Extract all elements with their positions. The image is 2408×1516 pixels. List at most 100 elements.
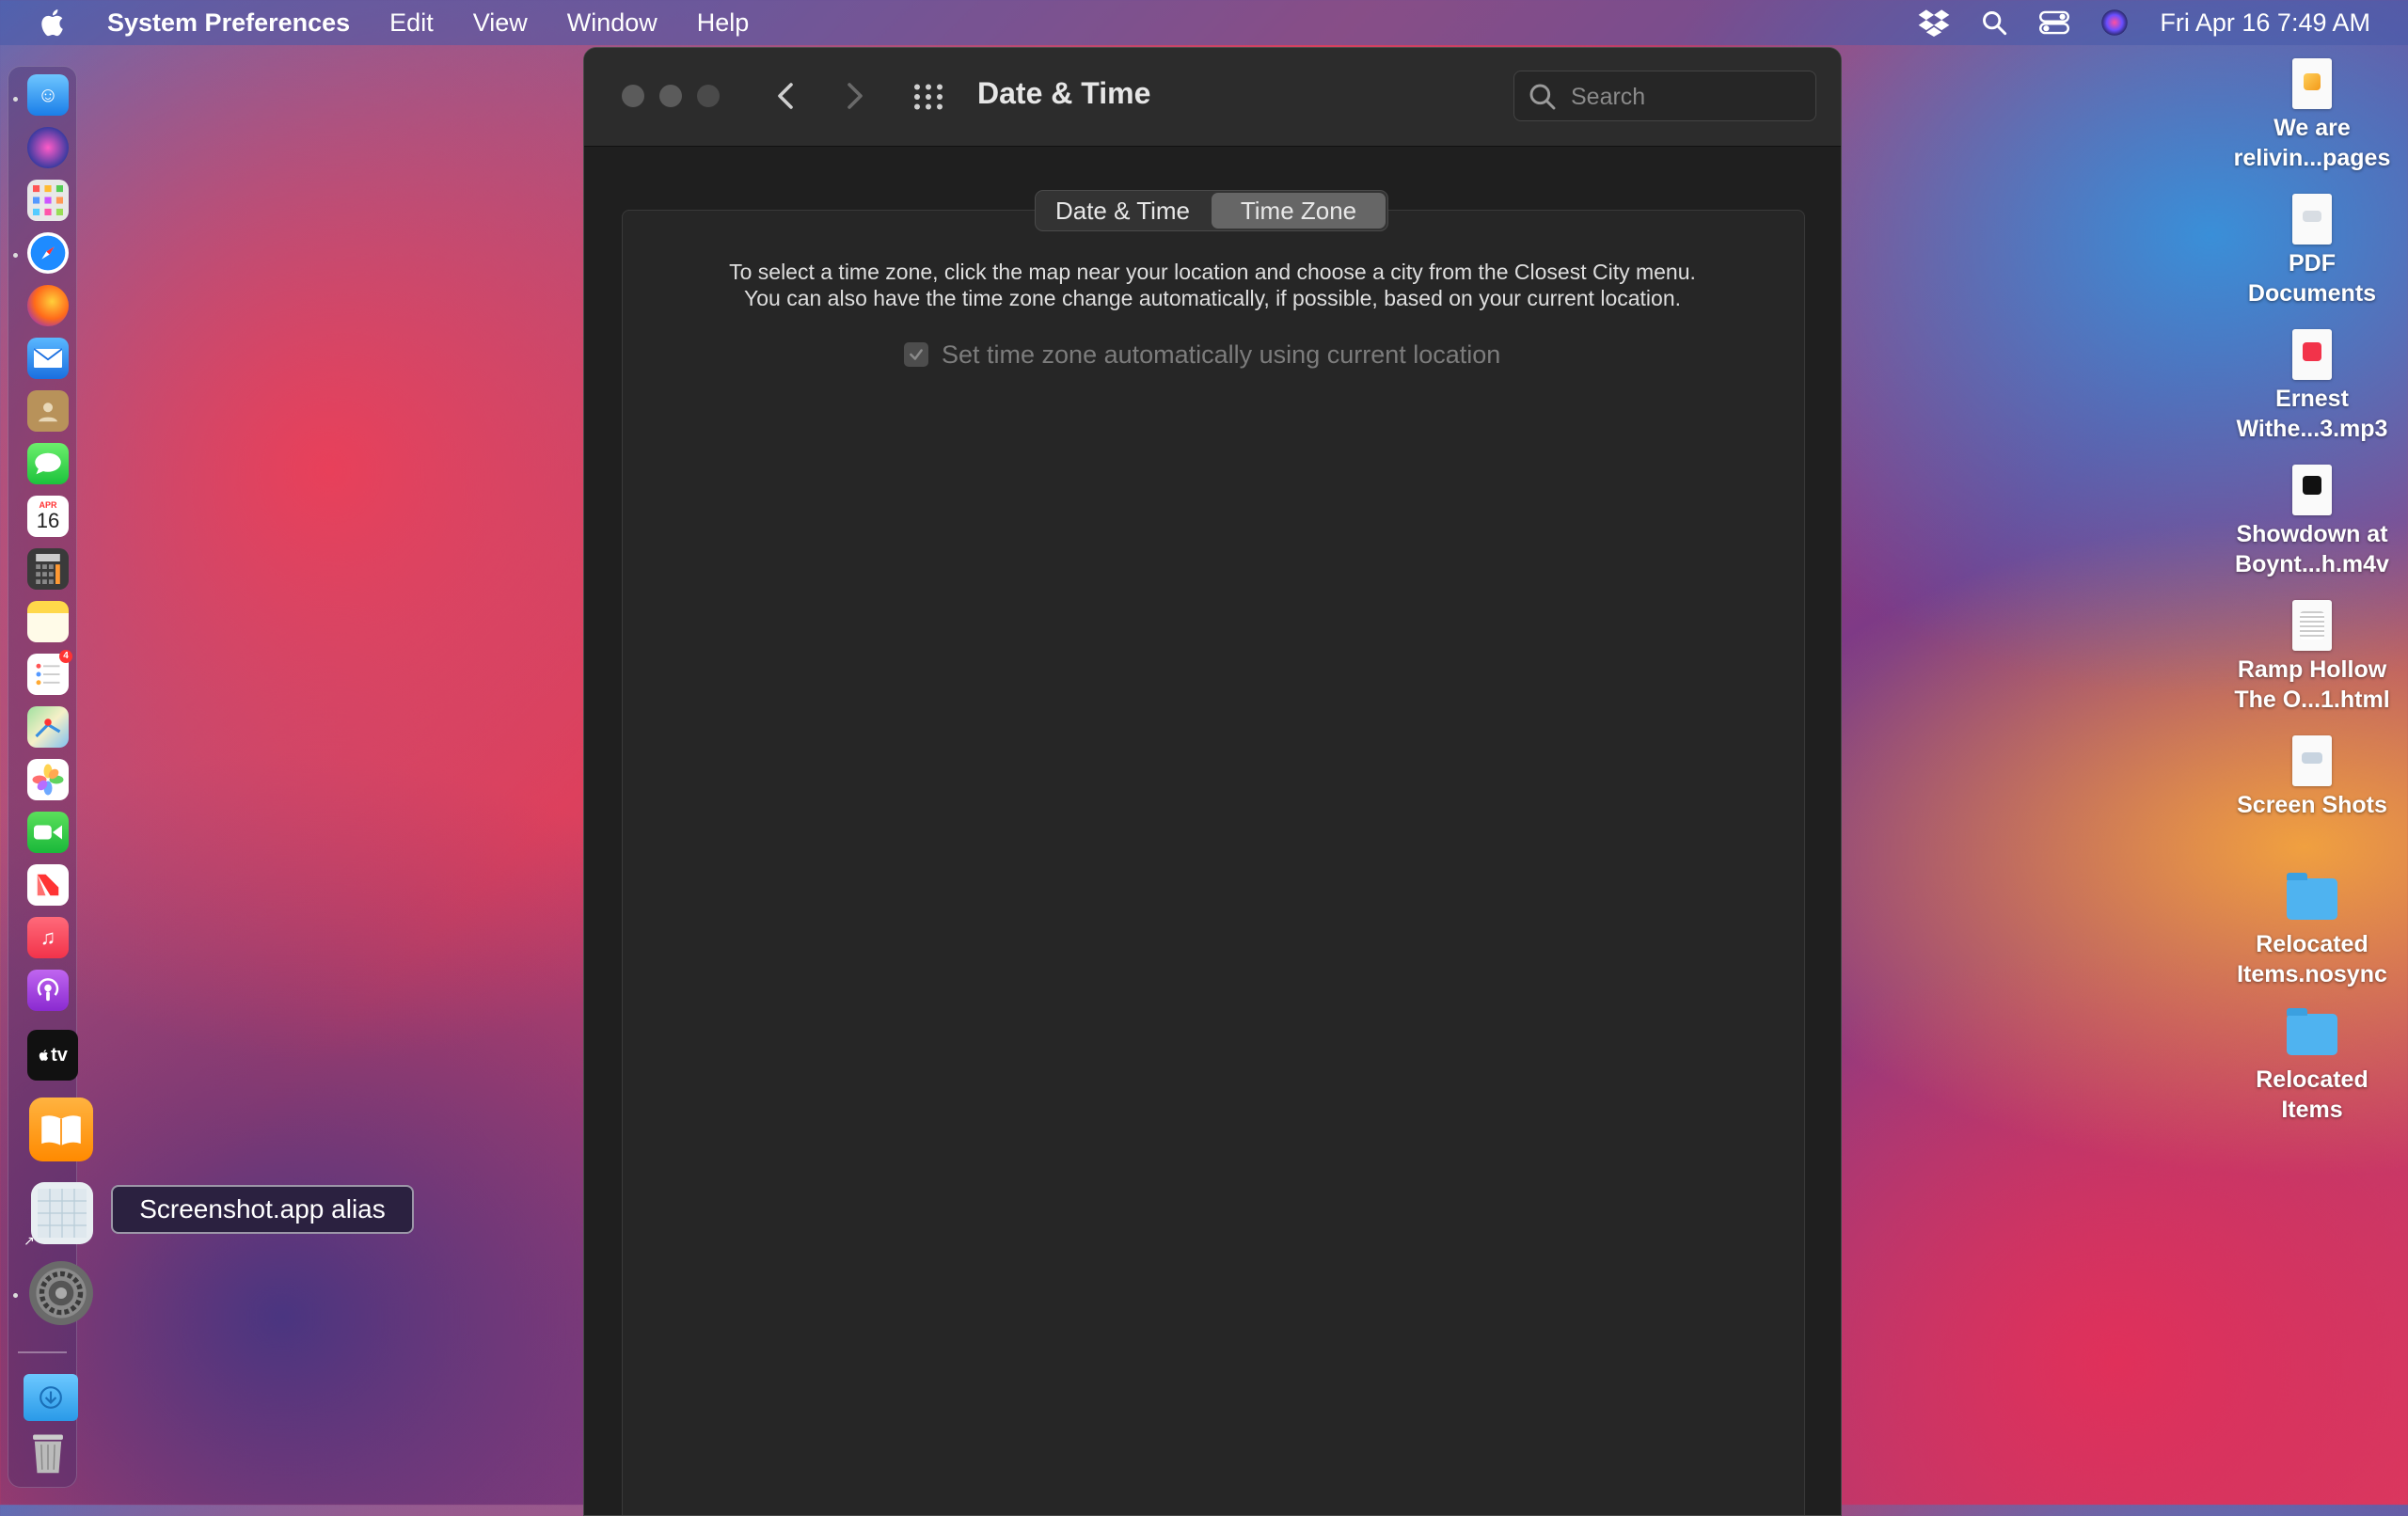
system-preferences-window: Date & Time Date & Time Time Zone To sel…	[583, 47, 1842, 1516]
desktop-item-label: Ramp Hollow	[2237, 656, 2387, 683]
desktop-item-label: Showdown at	[2236, 521, 2388, 547]
auto-timezone-label: Set time zone automatically using curren…	[942, 340, 1501, 369]
dropbox-icon[interactable]	[1917, 8, 1951, 38]
desktop-item-label: Withe...3.mp3	[2236, 416, 2388, 442]
search-input[interactable]	[1569, 79, 1808, 115]
podcasts-icon[interactable]	[27, 970, 69, 1011]
system-preferences-icon[interactable]	[29, 1261, 93, 1325]
auto-timezone-checkbox[interactable]	[904, 342, 928, 367]
finder-icon[interactable]: ☺	[27, 74, 69, 116]
desktop-item[interactable]: Showdown at Boynt...h.m4v	[2218, 465, 2406, 579]
facetime-icon[interactable]	[27, 812, 69, 853]
window-title: Date & Time	[977, 76, 1151, 110]
search-icon	[1529, 84, 1556, 110]
show-all-grid-icon[interactable]	[911, 80, 945, 114]
desktop-item[interactable]: We are relivin...pages	[2218, 58, 2406, 173]
messages-icon[interactable]	[27, 443, 69, 484]
desktop-item[interactable]: PDF Documents	[2218, 194, 2406, 308]
minimize-button[interactable]	[659, 85, 682, 107]
desktop-item[interactable]: Ernest Withe...3.mp3	[2218, 329, 2406, 444]
mp3-document-icon	[2292, 329, 2332, 380]
siri-app-icon[interactable]	[27, 127, 69, 168]
mail-icon[interactable]	[27, 338, 69, 379]
auto-timezone-option[interactable]: Set time zone automatically using curren…	[904, 338, 1525, 371]
desktop-item[interactable]: Screen Shots	[2218, 735, 2406, 820]
desktop-item[interactable]: Relocated Items	[2218, 1006, 2406, 1125]
desktop-item-label: Items.nosync	[2237, 961, 2387, 987]
books-icon[interactable]	[29, 1098, 93, 1161]
notes-icon[interactable]	[27, 601, 69, 642]
calendar-icon[interactable]: APR 16	[27, 496, 69, 537]
search-icon[interactable]	[1977, 8, 2011, 38]
running-indicator	[13, 253, 18, 258]
html-document-icon	[2292, 600, 2332, 651]
alias-arrow-icon: ↗	[24, 1233, 35, 1248]
reminders-badge: 4	[59, 650, 72, 663]
firefox-icon[interactable]	[27, 285, 69, 326]
tv-icon[interactable]: tv	[27, 1030, 78, 1081]
apple-icon[interactable]	[38, 7, 70, 39]
desktop-item-label: Ernest	[2275, 386, 2349, 412]
launchpad-icon[interactable]	[27, 180, 69, 221]
control-center-icon[interactable]	[2037, 8, 2071, 38]
desktop-item-label: The O...1.html	[2234, 687, 2390, 713]
pdf-document-icon	[2292, 194, 2332, 245]
desktop-item[interactable]: Ramp Hollow The O...1.html	[2218, 600, 2406, 715]
siri-icon[interactable]	[2098, 8, 2131, 38]
m4v-document-icon	[2292, 465, 2332, 515]
dock-tooltip: Screenshot.app alias	[111, 1185, 414, 1234]
png-document-icon	[2292, 735, 2332, 786]
screenshot-app-icon[interactable]	[31, 1182, 93, 1244]
trash-icon[interactable]	[27, 1429, 69, 1477]
desktop-item-label: Boynt...h.m4v	[2235, 551, 2389, 577]
desktop-item-label: Relocated	[2256, 931, 2368, 957]
desktop-item-label: Documents	[2247, 280, 2377, 307]
zoom-button[interactable]	[697, 85, 720, 107]
time-zone-panel	[622, 210, 1805, 1515]
description-line: To select a time zone, click the map nea…	[729, 260, 1696, 284]
menu-help[interactable]: Help	[697, 8, 750, 38]
tab-date-time[interactable]: Date & Time	[1036, 191, 1210, 230]
search-field[interactable]	[1513, 71, 1816, 121]
tab-time-zone[interactable]: Time Zone	[1212, 193, 1386, 229]
calculator-icon[interactable]	[27, 548, 69, 590]
menu-window[interactable]: Window	[567, 8, 657, 38]
folder-icon	[2287, 1008, 2337, 1055]
desktop-item-label: Screen Shots	[2237, 792, 2387, 818]
running-indicator	[13, 97, 18, 102]
menu-view[interactable]: View	[473, 8, 528, 38]
forward-button[interactable]	[836, 76, 874, 116]
desktop-item-label: We are	[2273, 115, 2351, 141]
desktop-item[interactable]: Relocated Items.nosync	[2218, 871, 2406, 989]
downloads-folder-icon[interactable]	[24, 1374, 78, 1421]
chevron-left-icon	[778, 83, 793, 109]
title-bar: Date & Time	[584, 48, 1841, 147]
music-icon[interactable]: ♫	[27, 917, 69, 958]
chevron-right-icon	[848, 83, 863, 109]
reminders-icon[interactable]: 4	[27, 650, 72, 695]
maps-icon[interactable]	[27, 706, 69, 748]
menu-clock[interactable]: Fri Apr 16 7:49 AM	[2160, 8, 2370, 38]
menu-app-name[interactable]: System Preferences	[107, 8, 350, 38]
photos-icon[interactable]	[27, 759, 69, 800]
safari-icon[interactable]	[27, 232, 69, 274]
running-indicator	[13, 1293, 18, 1298]
dock: ☺ APR 16 4 ♫ tv ↗	[8, 66, 93, 1488]
menu-bar: System Preferences Edit View Window Help…	[0, 0, 2408, 45]
pages-document-icon	[2292, 58, 2332, 109]
dock-separator	[18, 1351, 67, 1353]
folder-icon	[2287, 873, 2337, 920]
contacts-icon[interactable]	[27, 390, 69, 432]
back-button[interactable]	[767, 76, 804, 116]
menu-edit[interactable]: Edit	[389, 8, 434, 38]
calendar-day: 16	[36, 509, 60, 532]
news-icon[interactable]	[27, 864, 69, 906]
apple-logo-icon	[39, 1050, 49, 1061]
desktop-item-label: Relocated	[2256, 1066, 2368, 1093]
tv-label: tv	[51, 1044, 68, 1066]
desktop-item-label: Items	[2281, 1097, 2343, 1123]
desktop-item-label: PDF	[2289, 250, 2336, 276]
time-zone-description: To select a time zone, click the map nea…	[641, 259, 1784, 311]
close-button[interactable]	[622, 85, 644, 107]
tab-bar: Date & Time Time Zone	[1035, 190, 1388, 231]
